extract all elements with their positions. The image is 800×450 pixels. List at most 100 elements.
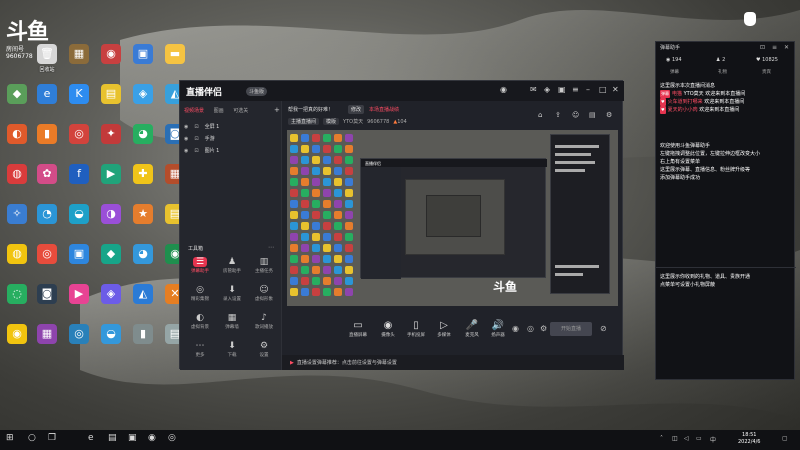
- desktop-icon[interactable]: ◎: [64, 124, 94, 158]
- desktop-icon[interactable]: ◆: [2, 84, 32, 118]
- mail-icon[interactable]: ✉: [530, 85, 537, 94]
- eye-icon[interactable]: ◉: [184, 136, 188, 142]
- desktop-icon[interactable]: ▣: [64, 244, 94, 278]
- taskbar-edge-icon[interactable]: e: [88, 433, 94, 443]
- notification-icon[interactable]: ▢: [782, 435, 788, 442]
- desktop-icon[interactable]: ◈: [96, 284, 126, 318]
- tool-button[interactable]: ⬇ 录入设置: [218, 285, 246, 311]
- avatar-icon[interactable]: ◉: [500, 85, 507, 94]
- app-brand-badge[interactable]: 斗鱼版: [246, 87, 268, 96]
- desktop-icon[interactable]: ▬: [160, 44, 190, 78]
- desktop-icon[interactable]: ◭: [128, 284, 158, 318]
- network-icon[interactable]: ◫: [672, 435, 678, 442]
- tool-button[interactable]: ♪ 歌词播放: [250, 313, 278, 339]
- desktop-icon[interactable]: ◒: [64, 204, 94, 238]
- desktop-icon[interactable]: ✚: [128, 164, 158, 198]
- taskbar-search-icon[interactable]: ○: [28, 433, 36, 443]
- desktop-icon[interactable]: ◒: [96, 324, 126, 358]
- tool-button[interactable]: ▦ 弹幕墙: [218, 313, 246, 339]
- message-user[interactable]: 夏天的小小肉: [668, 107, 698, 113]
- tool-button[interactable]: ⬇ 下载: [218, 341, 246, 367]
- gear-icon[interactable]: ⚙: [540, 324, 547, 333]
- desktop-icon[interactable]: ◉: [2, 324, 32, 358]
- desktop-icon[interactable]: ◍: [2, 244, 32, 278]
- tool-button[interactable]: ⋯ 更多: [186, 341, 214, 367]
- desktop-icon[interactable]: ▤: [96, 84, 126, 118]
- source-button[interactable]: ◉ 摄像头: [374, 320, 402, 350]
- desktop-icon[interactable]: e: [32, 84, 62, 118]
- tab-video-scene[interactable]: 视频场景: [184, 107, 204, 114]
- gift-tab[interactable]: 礼物: [718, 69, 727, 75]
- source-button[interactable]: ▯ 手机投屏: [402, 320, 430, 350]
- maximize-icon[interactable]: □: [599, 85, 607, 94]
- tool-button[interactable]: ☺ 虚拟形象: [250, 285, 278, 311]
- desktop-icon[interactable]: ◕: [128, 124, 158, 158]
- toolbox-more-icon[interactable]: ⋯: [268, 244, 274, 251]
- source-button[interactable]: 🎤 麦克风: [458, 320, 486, 350]
- lock-icon[interactable]: ⊡: [194, 148, 198, 154]
- lock-icon[interactable]: ⊡: [194, 124, 198, 130]
- close-icon[interactable]: ✕: [612, 85, 619, 94]
- desktop-icon[interactable]: ✧: [2, 204, 32, 238]
- desktop-icon[interactable]: ◈: [128, 84, 158, 118]
- desktop-icon[interactable]: ▮: [32, 124, 62, 158]
- scene-item[interactable]: ◉ ⊡ 图片 1: [184, 147, 278, 158]
- desktop-icon[interactable]: ◎: [64, 324, 94, 358]
- desktop-icon[interactable]: 🗑 回收站: [32, 44, 62, 78]
- desktop-icon[interactable]: ▮: [128, 324, 158, 358]
- desktop-icon[interactable]: ✿: [32, 164, 62, 198]
- room-stats-link[interactable]: 本场直播战绩: [366, 105, 402, 114]
- message-user[interactable]: 电猫: [672, 91, 682, 97]
- rank-icon[interactable]: ▤: [589, 111, 596, 119]
- vip-tab[interactable]: 贵宾: [762, 69, 771, 75]
- tool-button[interactable]: ◎ 精彩集锦: [186, 285, 214, 311]
- eye-icon[interactable]: ◉: [184, 124, 188, 130]
- lock-icon[interactable]: ⊡: [194, 136, 198, 142]
- desktop-icon[interactable]: ◙: [32, 284, 62, 318]
- eye-toggle-icon[interactable]: ◎: [527, 324, 534, 333]
- uid-label[interactable]: 主播直播间: [288, 118, 320, 125]
- menu-icon[interactable]: ≡: [572, 85, 579, 94]
- message-user[interactable]: 火车道到打哪来: [668, 99, 703, 105]
- desktop-icon[interactable]: ◆: [96, 244, 126, 278]
- desktop-icon[interactable]: ◔: [32, 204, 62, 238]
- desktop-icon[interactable]: ▦: [32, 324, 62, 358]
- taskbar-start-icon[interactable]: ⊞: [6, 433, 14, 443]
- taskbar-explorer-icon[interactable]: ▤: [108, 433, 117, 443]
- desktop-icon[interactable]: ▶: [64, 284, 94, 318]
- desktop-icon[interactable]: ✦: [96, 124, 126, 158]
- desktop-icon[interactable]: ◎: [32, 244, 62, 278]
- chevron-up-icon[interactable]: ˄: [660, 435, 663, 442]
- tool-button[interactable]: ☰ 弹幕助手: [186, 257, 214, 283]
- danmu-close-icon[interactable]: ✕: [784, 44, 789, 51]
- danmu-tab[interactable]: 弹幕: [670, 69, 679, 75]
- tool-button[interactable]: ◐ 虚拟背景: [186, 313, 214, 339]
- start-live-button[interactable]: 开始直播: [550, 322, 592, 336]
- desktop-icon[interactable]: ▦: [64, 44, 94, 78]
- live-preview[interactable]: 直播伴侣 斗鱼: [287, 130, 618, 306]
- taskbar-app1-icon[interactable]: ▣: [128, 433, 137, 443]
- danmu-lock-icon[interactable]: ⊡: [760, 44, 765, 51]
- desktop-icon[interactable]: f: [64, 164, 94, 198]
- camera-icon[interactable]: ◉: [512, 324, 519, 333]
- uid-mode[interactable]: 模版: [323, 118, 340, 125]
- room-edit-button[interactable]: 修改: [348, 105, 365, 114]
- desktop-icon[interactable]: ★: [128, 204, 158, 238]
- tab-image[interactable]: 图画: [214, 107, 224, 114]
- source-button[interactable]: 🔊 扬声器: [484, 320, 512, 350]
- desktop-icon[interactable]: ◐: [2, 124, 32, 158]
- scene-item[interactable]: ◉ ⊡ 全屏 1: [184, 123, 278, 134]
- desktop-icon[interactable]: ◕: [128, 244, 158, 278]
- fans-icon[interactable]: ☺: [572, 111, 579, 119]
- taskbar-clock[interactable]: 18:51 2022/4/6: [738, 432, 760, 446]
- volume-icon[interactable]: ◁: [684, 435, 689, 442]
- pin-icon[interactable]: ▣: [558, 85, 566, 94]
- taskbar-taskview-icon[interactable]: ❐: [48, 433, 56, 443]
- tool-button[interactable]: ♟ 房管助手: [218, 257, 246, 283]
- share-icon[interactable]: ⇪: [555, 111, 561, 119]
- taskbar-app2-icon[interactable]: ◉: [148, 433, 156, 443]
- add-scene-icon[interactable]: +: [274, 106, 280, 114]
- source-button[interactable]: ▷ 多媒体: [430, 320, 458, 350]
- source-button[interactable]: ▭ 直播屏幕: [344, 320, 372, 350]
- tab-optional[interactable]: 可选关: [233, 107, 248, 114]
